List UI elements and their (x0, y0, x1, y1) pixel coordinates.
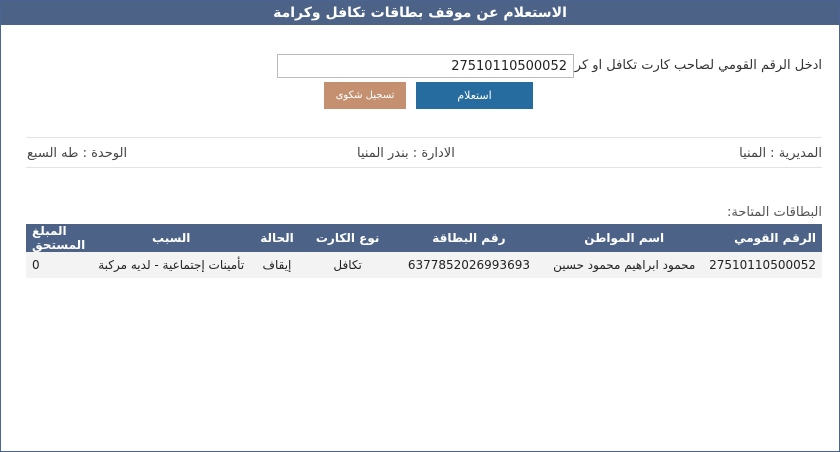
query-button[interactable]: استعلام (416, 82, 533, 109)
divider-bottom (26, 167, 822, 168)
cell-reason: تأمينات إجتماعية - لديه مركبة (91, 252, 252, 278)
cell-card-type: تكافل (302, 252, 393, 278)
col-national-id: الرقم القومي (703, 224, 822, 252)
cell-amount-due: 0 (26, 252, 92, 278)
directorate-info: المديرية : المنيا (739, 146, 822, 161)
col-reason: السبب (91, 224, 252, 252)
administration-info: الادارة : بندر المنيا (357, 146, 455, 161)
divider-top (26, 137, 822, 138)
col-card-number: رقم البطاقة (392, 224, 546, 252)
cell-status: إيقاف (251, 252, 303, 278)
available-cards-title: البطاقات المتاحة: (726, 205, 822, 220)
page-title: الاستعلام عن موقف بطاقات تكافل وكرامة (1, 1, 839, 25)
national-id-label: ادخل الرقم القومي لصاحب كارت تكافل او كر… (552, 58, 822, 73)
register-complaint-button[interactable]: تسجيل شكوى (324, 82, 406, 109)
col-amount-due: المبلغ المستحق (26, 224, 92, 252)
cell-national-id: 27510110500052 (703, 252, 822, 278)
col-status: الحالة (251, 224, 303, 252)
table-row: 27510110500052 محمود ابراهيم محمود حسين … (26, 252, 822, 278)
col-card-type: نوع الكارت (302, 224, 393, 252)
table-header-row: الرقم القومي اسم المواطن رقم البطاقة نوع… (26, 224, 822, 252)
col-citizen-name: اسم المواطن (545, 224, 704, 252)
cell-citizen-name: محمود ابراهيم محمود حسين (545, 252, 704, 278)
inquiry-window: الاستعلام عن موقف بطاقات تكافل وكرامة اد… (0, 0, 840, 452)
national-id-input[interactable] (277, 54, 574, 78)
cards-table: الرقم القومي اسم المواطن رقم البطاقة نوع… (26, 224, 822, 278)
unit-info: الوحدة : طه السبع (27, 146, 128, 161)
cell-card-number: 6377852026993693 (392, 252, 546, 278)
